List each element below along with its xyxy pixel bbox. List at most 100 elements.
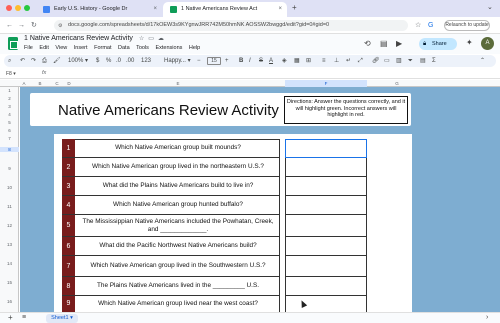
site-info-icon[interactable]: ⚙ (58, 23, 62, 29)
print-icon[interactable]: ⎙ (42, 57, 47, 65)
answer-cell[interactable] (285, 237, 367, 256)
answer-cell[interactable] (285, 196, 367, 215)
menu-insert[interactable]: Insert (74, 45, 88, 51)
font-size-increase-button[interactable]: + (225, 57, 229, 65)
row-header[interactable]: 2 (0, 96, 19, 101)
merge-cells-icon[interactable]: ⊞ (306, 57, 311, 65)
increase-decimal-button[interactable]: .00 (126, 57, 134, 65)
formula-input[interactable] (52, 71, 492, 78)
row-header[interactable]: 3 (0, 104, 19, 109)
bookmark-star-icon[interactable]: ☆ (415, 21, 421, 30)
text-wrap-icon[interactable]: ↵ (346, 57, 351, 65)
minimize-window-icon[interactable] (15, 5, 21, 11)
align-vertical-icon[interactable]: ⊥ (334, 57, 339, 65)
row-header[interactable]: 7 (0, 136, 19, 141)
selected-cell-outline[interactable] (285, 139, 367, 158)
font-size-input[interactable]: 15 (207, 57, 221, 65)
avatar[interactable]: A (481, 37, 494, 50)
reload-icon[interactable]: ↻ (31, 21, 37, 30)
row-header[interactable]: 13 (0, 242, 19, 247)
redo-icon[interactable]: ↷ (31, 57, 36, 65)
extension-g-icon[interactable]: G (428, 21, 433, 30)
collapse-toolbar-icon[interactable]: ⌃ (480, 57, 485, 65)
italic-button[interactable]: I (249, 57, 251, 65)
column-header-g[interactable]: G (367, 80, 427, 87)
relaunch-button[interactable]: Relaunch to update (444, 20, 490, 31)
meet-icon[interactable]: ▶ (396, 39, 402, 48)
bold-button[interactable]: B (239, 57, 243, 65)
row-header[interactable]: 12 (0, 223, 19, 228)
align-horizontal-icon[interactable]: ≡ (322, 57, 326, 65)
answer-cell[interactable] (285, 158, 367, 177)
history-icon[interactable]: ⟲ (364, 39, 371, 48)
column-header-f[interactable]: F (285, 80, 367, 87)
column-header-d[interactable]: D (62, 80, 76, 87)
answer-cell[interactable] (285, 277, 367, 296)
filter-icon[interactable]: ⏷ (408, 57, 413, 65)
gemini-icon[interactable]: ✦ (466, 38, 473, 47)
answer-cell[interactable] (285, 177, 367, 196)
sheet-tab-sheet1[interactable]: Sheet1 ▾ (46, 314, 78, 323)
column-header-a[interactable]: A (20, 80, 28, 87)
column-header-b[interactable]: B (28, 80, 52, 87)
close-window-icon[interactable] (6, 5, 12, 11)
font-select[interactable]: Happy... ▾ (164, 57, 191, 65)
more-formats-button[interactable]: 123 (141, 57, 151, 65)
row-header[interactable]: 1 (0, 88, 19, 93)
fill-color-icon[interactable]: ◈ (282, 57, 287, 65)
answer-cell[interactable] (285, 256, 367, 277)
close-tab-icon[interactable]: × (278, 2, 282, 17)
search-menus-icon[interactable]: ⌕ (8, 57, 11, 65)
functions-icon[interactable]: Σ (432, 57, 436, 65)
url-input[interactable]: docs.google.com/spreadsheets/d/17kOEW3s9… (54, 20, 408, 31)
row-header[interactable]: 15 (0, 280, 19, 285)
menu-file[interactable]: File (24, 45, 33, 51)
column-header-e[interactable]: E (76, 80, 280, 87)
filter-views-icon[interactable]: ▤ (420, 57, 426, 65)
maximize-window-icon[interactable] (24, 5, 30, 11)
zoom-select[interactable]: 100% ▾ (68, 57, 88, 65)
close-tab-icon[interactable]: × (153, 2, 157, 17)
share-button[interactable]: 🔒︎ Share (419, 38, 457, 50)
insert-chart-icon[interactable]: ▥ (396, 57, 402, 65)
row-header[interactable]: 16 (0, 299, 19, 304)
row-header[interactable]: 6 (0, 128, 19, 133)
percent-button[interactable]: % (106, 57, 111, 65)
row-header[interactable]: 5 (0, 120, 19, 125)
chevron-down-icon[interactable]: ⌄ (487, 3, 493, 11)
row-header[interactable]: 4 (0, 112, 19, 117)
row-header[interactable]: 11 (0, 204, 19, 209)
row-header[interactable]: 9 (0, 166, 19, 171)
text-rotate-icon[interactable]: ⤢ (358, 57, 363, 65)
add-sheet-icon[interactable]: + (8, 313, 13, 323)
row-header[interactable]: 14 (0, 261, 19, 266)
currency-button[interactable]: $ (96, 57, 99, 65)
answer-cell[interactable] (285, 296, 367, 312)
menu-edit[interactable]: Edit (39, 45, 48, 51)
strikethrough-button[interactable]: S (259, 57, 263, 65)
plus-icon[interactable]: + (292, 3, 297, 12)
insert-link-icon[interactable]: 🔗︎ (372, 57, 380, 65)
font-size-decrease-button[interactable]: − (197, 57, 201, 65)
paint-format-icon[interactable]: 🖌︎ (53, 57, 61, 65)
name-box[interactable]: F8 ▾ (6, 71, 16, 77)
cloud-status-icon[interactable]: ☁ (158, 36, 164, 42)
star-icon[interactable]: ☆ (139, 36, 144, 42)
forward-arrow-icon[interactable]: → (18, 21, 25, 30)
decrease-decimal-button[interactable]: .0 (116, 57, 121, 65)
browser-tab-native-americans[interactable]: 1 Native Americans Review Act × (163, 2, 287, 17)
menu-extensions[interactable]: Extensions (155, 45, 182, 51)
column-header-c[interactable]: C (52, 80, 62, 87)
text-color-button[interactable]: A (269, 57, 273, 65)
document-title[interactable]: 1 Native Americans Review Activity ☆ ▭ ☁ (24, 35, 164, 42)
browser-tab-early-us-history[interactable]: Early U.S. History - Google Dr × (36, 2, 162, 17)
comment-icon[interactable]: ▤ (380, 39, 388, 48)
sheets-logo-icon[interactable] (8, 37, 18, 50)
undo-icon[interactable]: ↶ (20, 57, 25, 65)
back-arrow-icon[interactable]: ← (6, 21, 13, 30)
borders-icon[interactable]: ▦ (294, 57, 300, 65)
menu-format[interactable]: Format (94, 45, 111, 51)
all-sheets-icon[interactable]: ≡ (22, 313, 26, 323)
explore-icon[interactable]: › (486, 313, 488, 323)
row-header[interactable]: 10 (0, 185, 19, 190)
